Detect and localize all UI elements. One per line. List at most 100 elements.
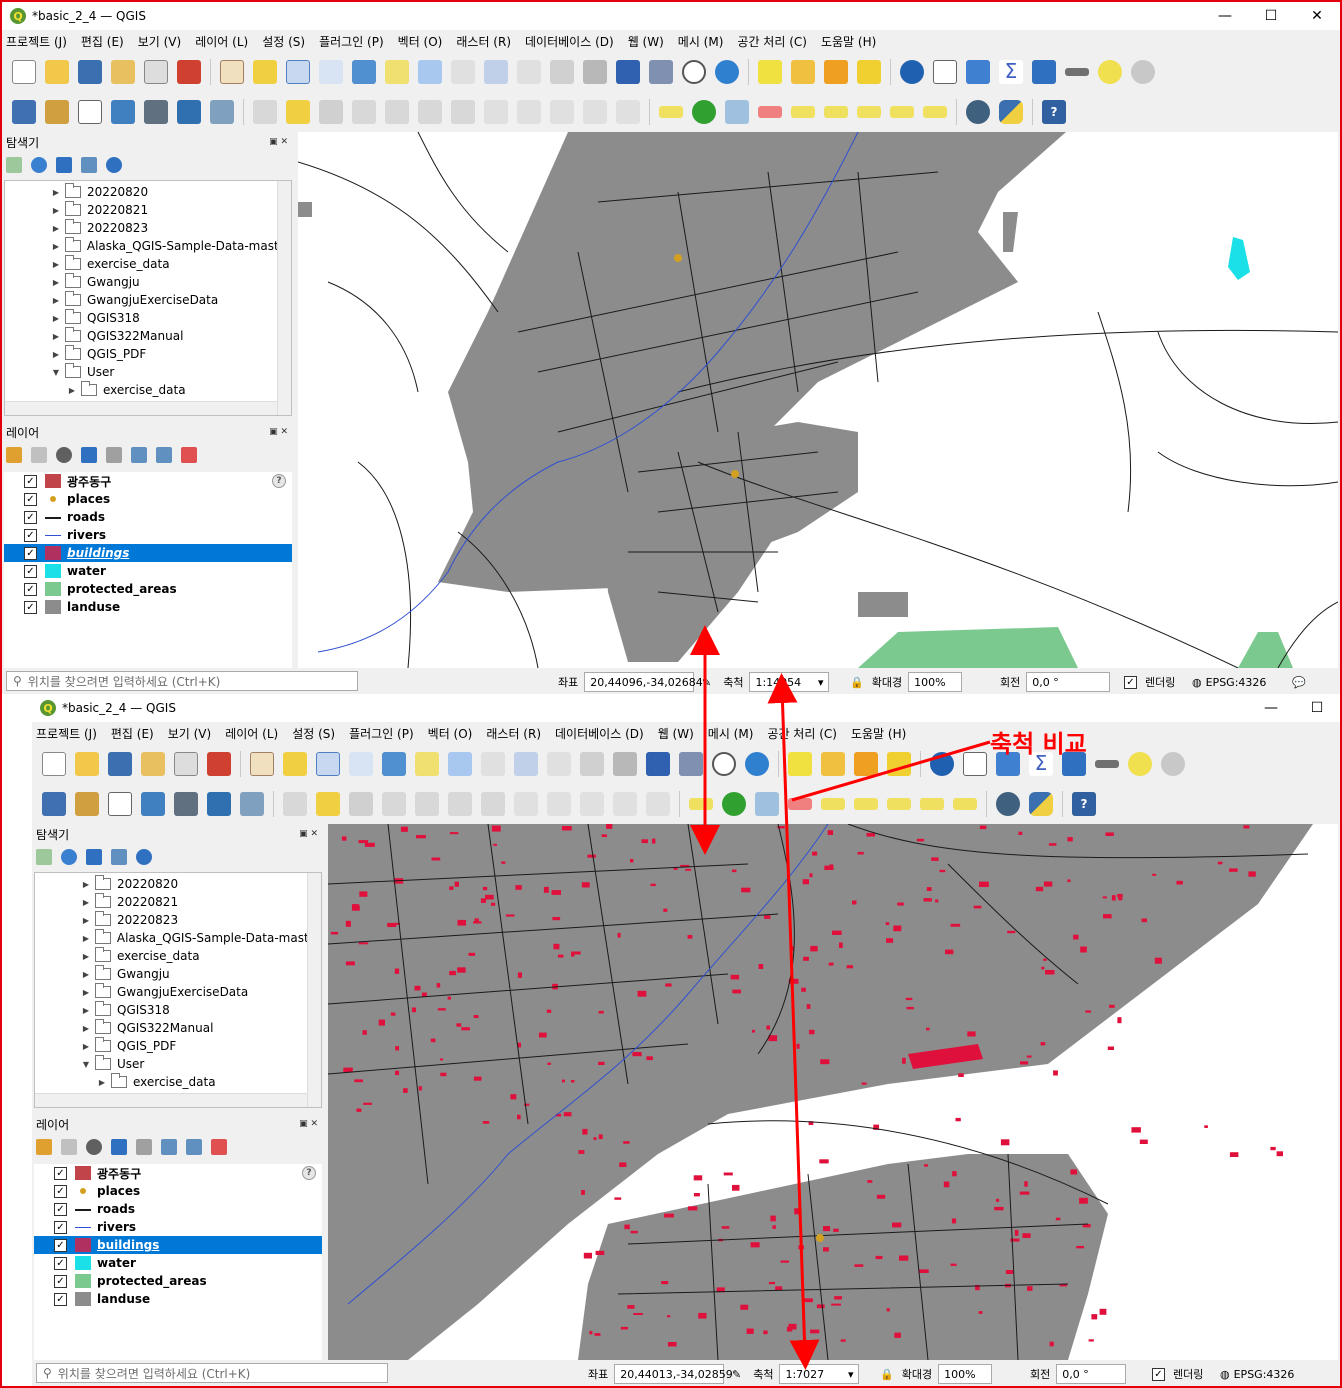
menu-settings[interactable]: 설정 (S) xyxy=(262,33,305,50)
add-raster-icon[interactable] xyxy=(144,100,168,124)
menu-processing[interactable]: 공간 처리 (C) xyxy=(767,725,837,742)
menu-vector[interactable]: 벡터 (O) xyxy=(398,33,443,50)
crs-label[interactable]: EPSG:4326 xyxy=(1234,1368,1295,1381)
layer-visibility-checkbox[interactable]: ✓ xyxy=(54,1184,67,1198)
add-group-icon[interactable] xyxy=(31,447,47,463)
zoom-out-icon[interactable] xyxy=(319,60,343,84)
diagram-icon[interactable] xyxy=(722,792,746,816)
attribute-table-icon[interactable] xyxy=(963,752,987,776)
add-delimited-text-icon[interactable] xyxy=(111,100,135,124)
digitize-icon[interactable] xyxy=(352,100,376,124)
add-selected-layers-icon[interactable] xyxy=(6,157,22,173)
statistics-icon[interactable]: Σ xyxy=(999,60,1023,84)
zoom-selection-icon[interactable] xyxy=(415,752,439,776)
menu-layer[interactable]: 레이어 (L) xyxy=(225,725,278,742)
zoom-full-icon[interactable] xyxy=(382,752,406,776)
pan-to-selection-icon[interactable] xyxy=(283,752,307,776)
new-project-icon[interactable] xyxy=(42,752,66,776)
measure-icon[interactable] xyxy=(1065,68,1089,76)
render-checkbox[interactable]: ✓ xyxy=(1124,675,1137,689)
remove-layer-icon[interactable] xyxy=(211,1139,227,1155)
menu-processing[interactable]: 공간 처리 (C) xyxy=(737,33,807,50)
menu-edit[interactable]: 편집 (E) xyxy=(81,33,124,50)
layer-row[interactable]: ✓ water xyxy=(34,1254,322,1272)
filter-legend-icon[interactable] xyxy=(111,1139,127,1155)
menu-database[interactable]: 데이터베이스 (D) xyxy=(555,725,644,742)
select-features-icon[interactable] xyxy=(758,60,782,84)
panel-float-close-icons[interactable]: ▣ ✕ xyxy=(299,1119,318,1129)
save-icon[interactable] xyxy=(78,60,102,84)
bookmark-icon[interactable] xyxy=(646,752,670,776)
browser-item[interactable]: ▶ 20220821 xyxy=(35,893,321,911)
vertex-tool-icon[interactable] xyxy=(385,100,409,124)
zoom-in-icon[interactable] xyxy=(316,752,340,776)
browser-tree[interactable]: ▶ 20220820 ▶ 20220821 ▶ 20220823 ▶ Alaska_QG… xyxy=(34,872,322,1108)
menu-web[interactable]: 웹 (W) xyxy=(658,725,694,742)
deselect-icon[interactable] xyxy=(824,60,848,84)
menu-help[interactable]: 도움말 (H) xyxy=(821,33,876,50)
zoom-last-icon[interactable] xyxy=(514,752,538,776)
quickmap-services-icon[interactable] xyxy=(996,792,1020,816)
layer-row[interactable]: ✓ places xyxy=(34,1182,322,1200)
menu-raster[interactable]: 래스터 (R) xyxy=(456,33,511,50)
browser-item[interactable]: ▶ QGIS_PDF xyxy=(5,345,291,363)
rotate-label-icon[interactable] xyxy=(887,798,911,810)
crs-label[interactable]: EPSG:4326 xyxy=(1206,676,1267,689)
menu-project[interactable]: 프로젝트 (J) xyxy=(6,33,67,50)
browser-item[interactable]: ▶ Alaska_QGIS-Sample-Data-master xyxy=(5,237,291,255)
identify-icon[interactable] xyxy=(900,60,924,84)
toggle-extents-icon[interactable]: ✎ xyxy=(732,1368,741,1381)
crs-globe-icon[interactable]: ◍ xyxy=(1220,1368,1230,1381)
layer-row[interactable]: ✓ roads xyxy=(34,1200,322,1218)
expand-all-icon[interactable] xyxy=(131,447,147,463)
label-props-icon[interactable] xyxy=(953,798,977,810)
refresh-icon[interactable] xyxy=(61,849,77,865)
add-virtual-layer-icon[interactable] xyxy=(210,100,234,124)
label-props-icon[interactable] xyxy=(923,106,947,118)
browser-item[interactable]: ▶ GwangjuExerciseData xyxy=(35,983,321,1001)
layer-styling-icon[interactable] xyxy=(36,1139,52,1155)
new-map-view-icon[interactable] xyxy=(550,60,574,84)
show-bookmarks-icon[interactable] xyxy=(679,752,703,776)
current-edits-icon[interactable] xyxy=(283,792,307,816)
collapse-all-icon[interactable] xyxy=(81,157,97,173)
messages-icon[interactable]: 💬 xyxy=(1292,676,1306,689)
magnifier-spinbox[interactable]: 100% xyxy=(908,672,963,692)
layer-row[interactable]: ✓ rivers xyxy=(34,1218,322,1236)
style-manager-icon[interactable] xyxy=(177,60,201,84)
layer-tree[interactable]: ✓ 광주동구? ✓ places ✓ roads ✓ rivers ✓ buildings… xyxy=(34,1164,322,1360)
browser-item[interactable]: ▼ User xyxy=(5,363,291,381)
pin-labels-icon[interactable] xyxy=(725,100,749,124)
toggle-extents-icon[interactable]: ✎ xyxy=(702,676,711,689)
label-toolbar-icon[interactable] xyxy=(659,106,683,118)
rotation-spinbox[interactable]: 0,0 ° xyxy=(1026,672,1111,692)
layer-tree[interactable]: ✓ 광주동구? ✓ places ✓ roads ✓ rivers ✓ buildings… xyxy=(4,472,292,668)
zoom-full-icon[interactable] xyxy=(352,60,376,84)
menu-plugins[interactable]: 플러그인 (P) xyxy=(319,33,384,50)
quickmap-services-icon[interactable] xyxy=(966,100,990,124)
layer-styling-icon[interactable] xyxy=(6,447,22,463)
browser-item[interactable]: ▶ GwangjuExerciseData xyxy=(5,291,291,309)
layer-visibility-checkbox[interactable]: ✓ xyxy=(24,474,37,488)
add-vector-icon[interactable] xyxy=(108,792,132,816)
new-3d-view-icon[interactable] xyxy=(583,60,607,84)
menu-web[interactable]: 웹 (W) xyxy=(628,33,664,50)
attribute-table-icon[interactable] xyxy=(933,60,957,84)
rotate-label-icon[interactable] xyxy=(857,106,881,118)
save-as-icon[interactable] xyxy=(141,752,165,776)
browser-item[interactable]: ▶ exercise_data xyxy=(35,1073,321,1091)
toggle-editing-icon[interactable] xyxy=(316,792,340,816)
pan-icon[interactable] xyxy=(220,60,244,84)
browser-item[interactable]: ▶ exercise_data xyxy=(5,381,291,399)
pan-icon[interactable] xyxy=(250,752,274,776)
pin-labels-icon[interactable] xyxy=(755,792,779,816)
add-virtual-layer-icon[interactable] xyxy=(240,792,264,816)
refresh-icon[interactable] xyxy=(715,60,739,84)
change-label-icon[interactable] xyxy=(890,106,914,118)
filter-expression-icon[interactable] xyxy=(106,447,122,463)
zoom-layer-icon[interactable] xyxy=(448,752,472,776)
menu-view[interactable]: 보기 (V) xyxy=(168,725,211,742)
redo-icon[interactable] xyxy=(616,100,640,124)
add-wms-icon[interactable] xyxy=(177,100,201,124)
browser-item[interactable]: ▶ QGIS318 xyxy=(35,1001,321,1019)
